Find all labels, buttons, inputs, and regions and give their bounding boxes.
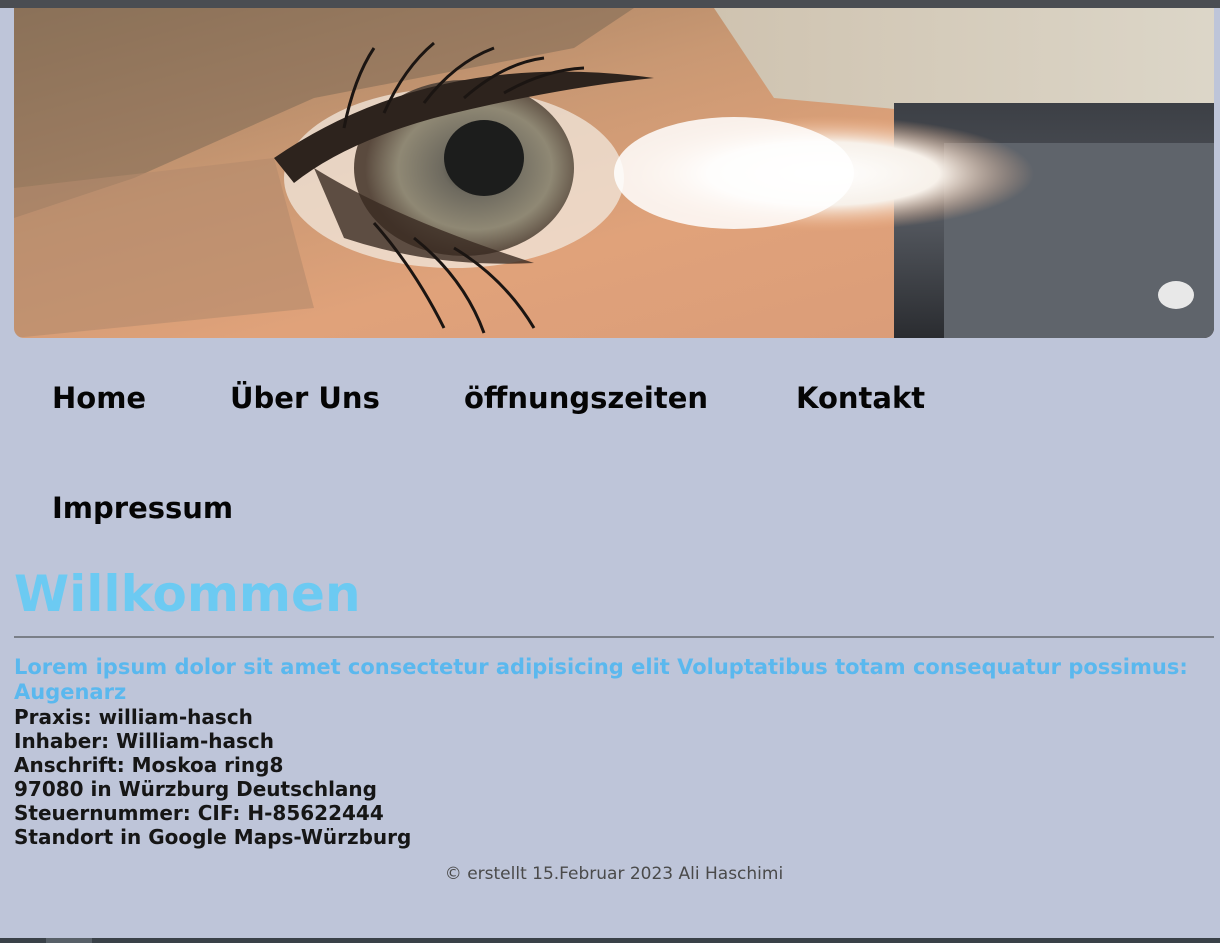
page-title: Willkommen bbox=[14, 565, 361, 623]
hero-image bbox=[14, 8, 1214, 338]
practice-info: Praxis: william-hasch Inhaber: William-h… bbox=[14, 705, 411, 849]
eye-examination-photo bbox=[14, 8, 1214, 338]
nav-ueber-uns[interactable]: Über Uns bbox=[230, 381, 380, 415]
window-top-strip bbox=[0, 0, 1220, 8]
info-steuernummer: Steuernummer: CIF: H-85622444 bbox=[14, 801, 384, 825]
info-anschrift: Anschrift: Moskoa ring8 bbox=[14, 753, 284, 777]
nav-home[interactable]: Home bbox=[52, 381, 146, 415]
horizontal-scrollbar[interactable] bbox=[0, 938, 1220, 943]
nav-impressum[interactable]: Impressum bbox=[52, 491, 233, 525]
nav-kontakt[interactable]: Kontakt bbox=[796, 381, 925, 415]
info-city: 97080 in Würzburg Deutschlang bbox=[14, 777, 377, 801]
intro-text: Lorem ipsum dolor sit amet consectetur a… bbox=[14, 655, 1188, 704]
divider bbox=[14, 636, 1214, 638]
info-inhaber: Inhaber: William-hasch bbox=[14, 729, 274, 753]
info-praxis: Praxis: william-hasch bbox=[14, 705, 253, 729]
info-standort: Standort in Google Maps-Würzburg bbox=[14, 825, 412, 849]
nav-oeffnungszeiten[interactable]: öffnungszeiten bbox=[464, 381, 708, 415]
scrollbar-thumb[interactable] bbox=[46, 938, 92, 943]
footer-copyright: © erstellt 15.Februar 2023 Ali Haschimi bbox=[444, 864, 784, 884]
